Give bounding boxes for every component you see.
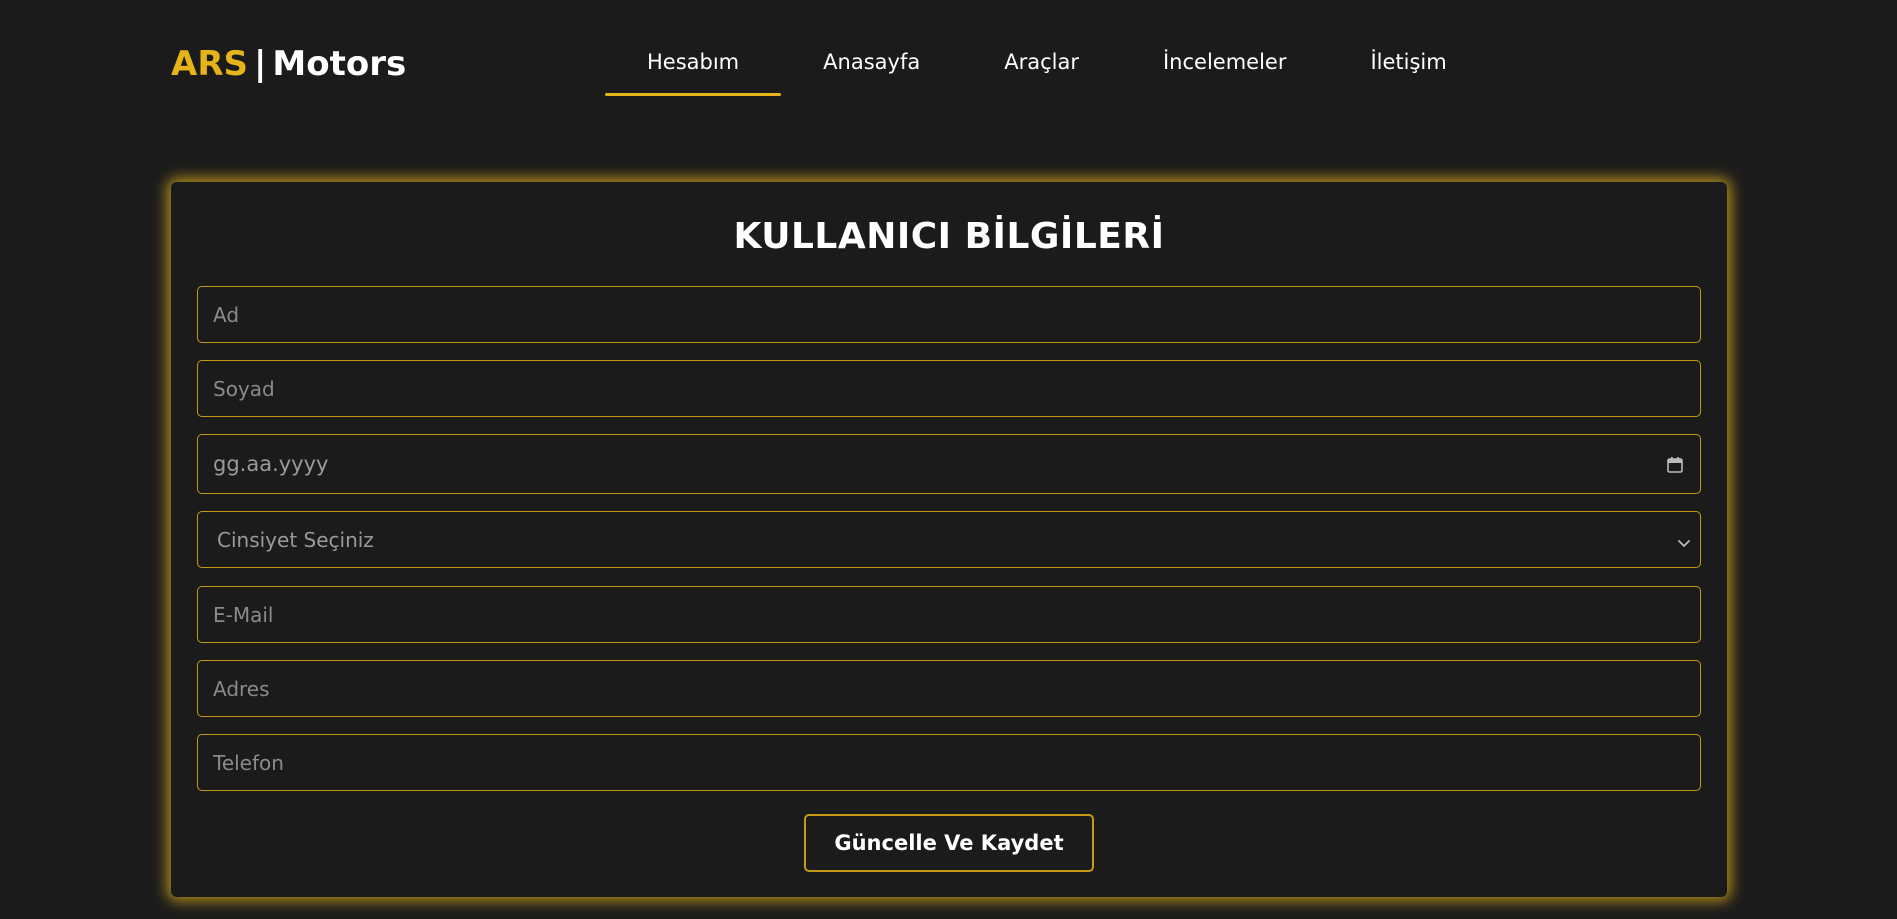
soyad-input[interactable] [213, 361, 1700, 416]
nav-item-araclar[interactable]: Araçlar [962, 40, 1121, 96]
gender-selected-value: Cinsiyet Seçiniz [217, 527, 374, 552]
email-input[interactable] [213, 587, 1700, 642]
logo-brand: ARS [171, 44, 248, 84]
birthdate-placeholder: gg.aa.yyyy [213, 452, 329, 476]
nav-item-anasayfa[interactable]: Anasayfa [781, 40, 962, 96]
nav-item-hesabim[interactable]: Hesabım [605, 40, 782, 96]
site-header: ARS | Motors Hesabım Anasayfa Araçlar İnce… [0, 0, 1897, 110]
chevron-down-icon [1676, 532, 1692, 548]
main-nav: Hesabım Anasayfa Araçlar İncelemeler İle… [605, 40, 1489, 96]
logo-rest: Motors [272, 44, 407, 84]
logo-separator: | [253, 44, 267, 84]
nav-item-incelemeler[interactable]: İncelemeler [1121, 40, 1329, 96]
form-title: KULLANICI BİLGİLERİ [733, 216, 1165, 257]
site-logo[interactable]: ARS | Motors [171, 44, 406, 84]
nav-item-iletisim[interactable]: İletişim [1328, 40, 1488, 96]
adres-field[interactable] [197, 660, 1701, 717]
user-info-card: KULLANICI BİLGİLERİ gg.aa.yyyy Cinsiyet … [171, 182, 1727, 897]
telefon-field[interactable] [197, 734, 1701, 791]
ad-input[interactable] [213, 287, 1700, 342]
soyad-field[interactable] [197, 360, 1701, 417]
gender-select[interactable]: Cinsiyet Seçiniz [197, 511, 1701, 568]
save-button[interactable]: Güncelle Ve Kaydet [804, 814, 1094, 872]
ad-field[interactable] [197, 286, 1701, 343]
email-field[interactable] [197, 586, 1701, 643]
adres-input[interactable] [213, 661, 1700, 716]
telefon-input[interactable] [213, 735, 1700, 790]
birthdate-field[interactable]: gg.aa.yyyy [197, 434, 1701, 494]
calendar-icon[interactable] [1666, 455, 1684, 473]
